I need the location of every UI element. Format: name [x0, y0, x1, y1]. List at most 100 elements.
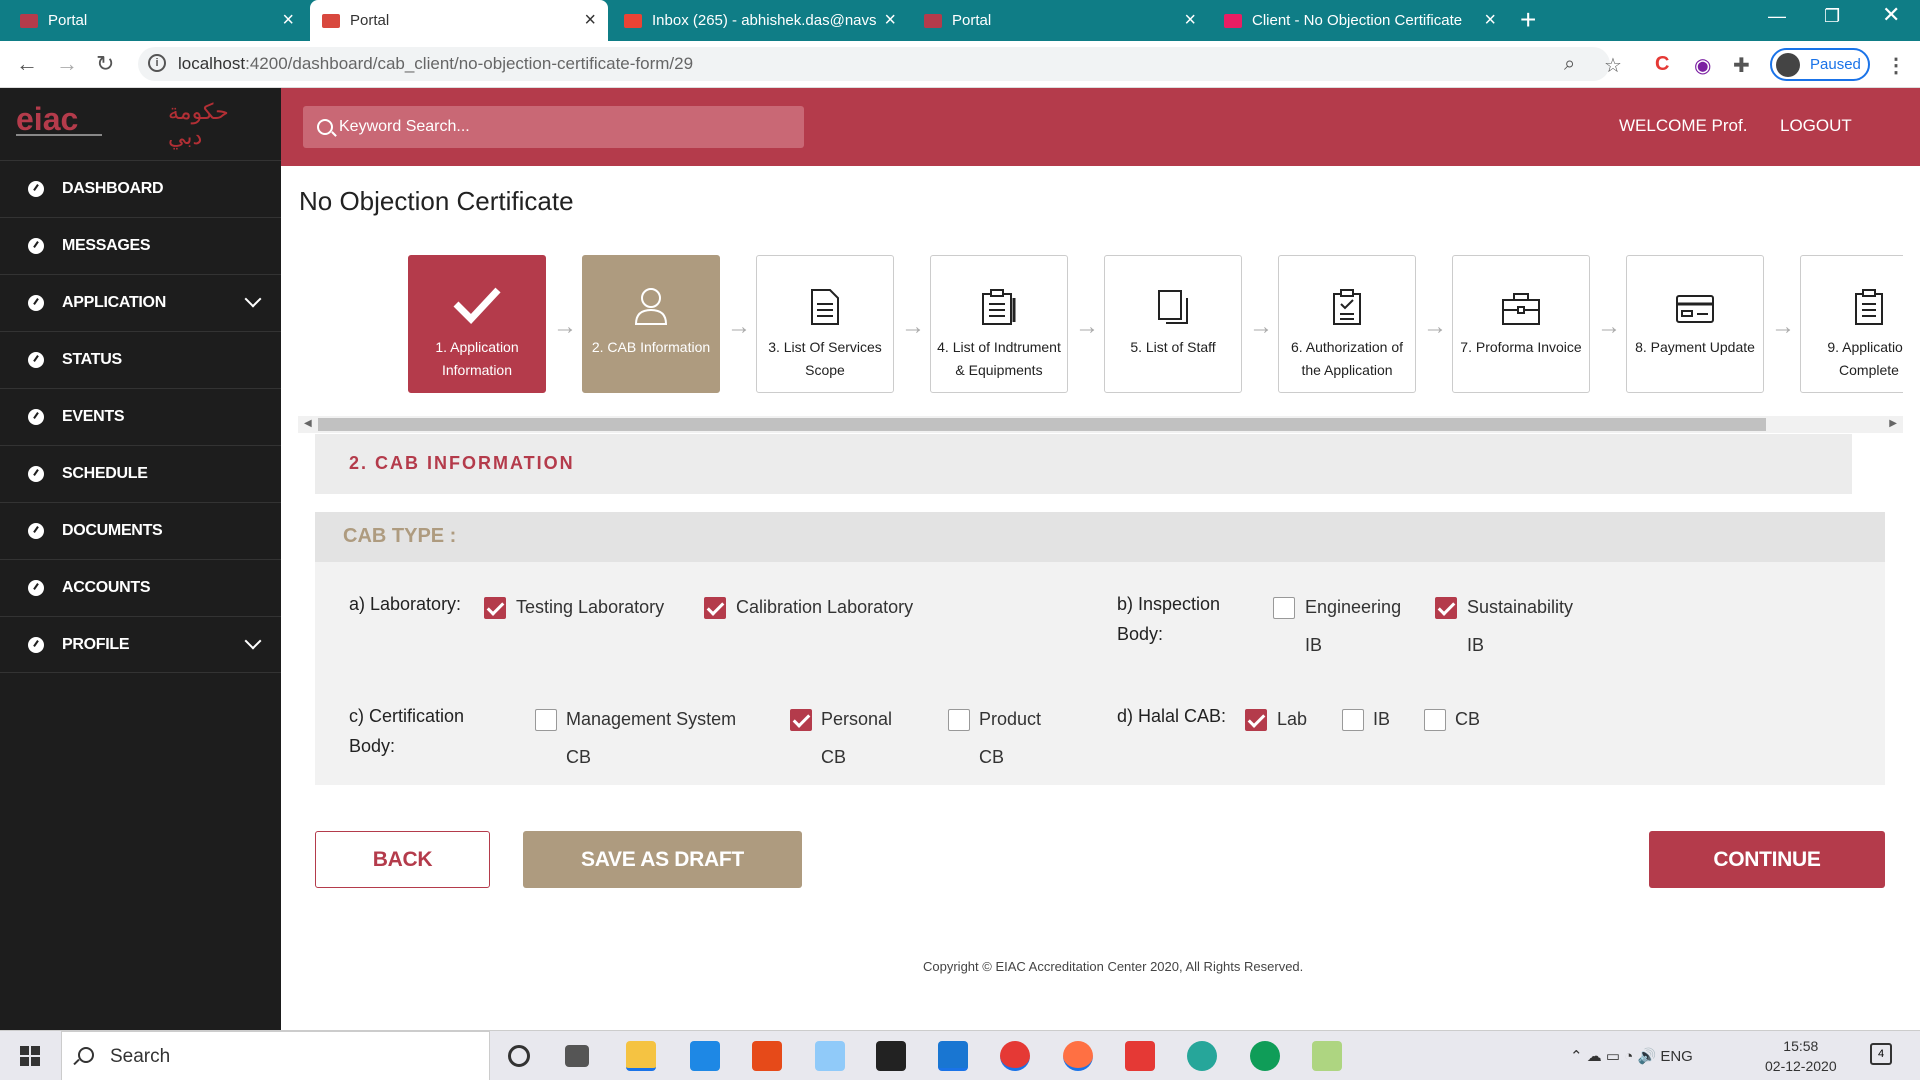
notes-app-icon[interactable] [815, 1041, 845, 1071]
task-view-icon[interactable] [565, 1045, 589, 1067]
taskbar-search-placeholder: Search [110, 1046, 171, 1067]
scroll-right-icon[interactable]: ▶ [1889, 418, 1897, 429]
step-services-scope[interactable]: 3. List Of Services Scope [756, 255, 894, 393]
close-tab-icon[interactable]: × [884, 9, 896, 32]
step-authorization[interactable]: 6. Authorization of the Application [1278, 255, 1416, 393]
eiac-logo[interactable]: eiac [16, 101, 106, 142]
sidebar-item-label: PROFILE [62, 635, 130, 653]
bookmark-star-icon[interactable]: ☆ [1604, 53, 1622, 78]
sidebar-item-application[interactable]: APPLICATION [0, 274, 281, 331]
section-title: 2. CAB INFORMATION [349, 453, 575, 473]
paint-icon[interactable] [1312, 1041, 1342, 1071]
step-instruments-equipments[interactable]: 4. List of Indtrument & Equipments [930, 255, 1068, 393]
minimize-icon[interactable]: — [1768, 6, 1786, 27]
search-input[interactable] [339, 106, 799, 148]
close-window-icon[interactable]: ✕ [1882, 2, 1900, 28]
close-tab-icon[interactable]: × [1184, 9, 1196, 32]
browser-menu-icon[interactable]: ⋮ [1886, 53, 1906, 78]
step-cab-information[interactable]: 2. CAB Information [582, 255, 720, 393]
url-field[interactable]: i localhost:4200/dashboard/cab_client/no… [138, 47, 1610, 81]
save-as-draft-button[interactable]: SAVE AS DRAFT [523, 831, 802, 888]
vscode-icon[interactable] [938, 1041, 968, 1071]
new-tab-icon[interactable]: + [1520, 4, 1536, 36]
product-cb-checkbox[interactable] [948, 709, 970, 731]
profile-button[interactable]: Paused [1770, 48, 1870, 81]
notification-center-icon[interactable]: 4 [1870, 1043, 1892, 1065]
reload-icon[interactable]: ↻ [96, 51, 114, 77]
office-icon[interactable] [752, 1041, 782, 1071]
forward-arrow-icon[interactable]: → [56, 51, 78, 77]
keyword-search[interactable] [303, 106, 804, 148]
sidebar-item-events[interactable]: EVENTS [0, 388, 281, 445]
browser-tab-active[interactable]: Portal × [310, 0, 608, 41]
extension-icon[interactable]: C [1655, 53, 1669, 76]
clock[interactable]: 15:58 02-12-2020 [1765, 1036, 1837, 1076]
sidebar-item-profile[interactable]: PROFILE [0, 616, 281, 673]
zoom-icon[interactable]: ⌕ [1564, 53, 1575, 76]
halal-lab-checkbox[interactable] [1245, 709, 1267, 731]
chevron-down-icon [244, 290, 262, 308]
git-client-icon[interactable] [1125, 1041, 1155, 1071]
calibration-laboratory-checkbox[interactable] [704, 597, 726, 619]
step-proforma-invoice[interactable]: 7. Proforma Invoice [1452, 255, 1590, 393]
engineering-ib-checkbox[interactable] [1273, 597, 1295, 619]
close-tab-icon[interactable]: × [282, 9, 294, 32]
stepper-scrollbar[interactable]: ◀ ▶ [298, 416, 1903, 433]
chrome-icon[interactable] [1000, 1041, 1030, 1071]
taskbar-search[interactable]: Search [61, 1031, 490, 1080]
browser-tab[interactable]: Inbox (265) - abhishek.das@navs × [612, 0, 908, 41]
sidebar-item-schedule[interactable]: SCHEDULE [0, 445, 281, 502]
file-explorer-icon[interactable] [626, 1041, 656, 1071]
management-system-cb-checkbox[interactable] [535, 709, 557, 731]
step-list-of-staff[interactable]: 5. List of Staff [1104, 255, 1242, 393]
language-indicator[interactable]: ENG [1660, 1048, 1693, 1065]
svg-text:eiac: eiac [16, 102, 78, 137]
laboratory-group-label: a) Laboratory: [349, 594, 462, 614]
sidebar-item-accounts[interactable]: ACCOUNTS [0, 559, 281, 616]
logout-link[interactable]: LOGOUT [1780, 116, 1852, 136]
edge-icon[interactable] [1187, 1041, 1217, 1071]
cortana-icon[interactable] [508, 1045, 530, 1067]
personal-cb-checkbox[interactable] [790, 709, 812, 731]
url-text: localhost:4200/dashboard/cab_client/no-o… [178, 54, 694, 73]
maximize-icon[interactable]: ❐ [1824, 6, 1840, 27]
scrollbar-thumb[interactable] [318, 418, 1766, 431]
document-icon [811, 289, 839, 325]
dashboard-gauge-icon [28, 181, 44, 197]
step-application-information[interactable]: 1. Application Information [408, 255, 546, 393]
back-arrow-icon[interactable]: ← [16, 51, 38, 77]
mail-icon[interactable] [690, 1041, 720, 1071]
browser-tab[interactable]: Client - No Objection Certificate × [1212, 0, 1508, 41]
hangouts-icon[interactable] [1250, 1041, 1280, 1071]
close-tab-icon[interactable]: × [1484, 9, 1496, 32]
windows-start-icon[interactable] [20, 1046, 40, 1066]
sidebar-item-status[interactable]: STATUS [0, 331, 281, 388]
terminal-icon[interactable] [876, 1041, 906, 1071]
section-header: 2. CAB INFORMATION [315, 434, 1852, 494]
step-payment-update[interactable]: 8. Payment Update [1626, 255, 1764, 393]
color-picker-extension-icon[interactable]: ◉ [1694, 53, 1711, 78]
arrow-right-icon: → [1597, 313, 1621, 340]
postman-icon[interactable] [1063, 1041, 1093, 1071]
chevron-down-icon [244, 632, 262, 650]
sidebar-item-label: MESSAGES [62, 237, 151, 254]
system-tray[interactable]: ⌃ ☁ ▭ ◔ 🔊 ENG [1570, 1047, 1693, 1065]
continue-button[interactable]: CONTINUE [1649, 831, 1885, 888]
browser-tab[interactable]: Portal × [8, 0, 306, 41]
sidebar-item-documents[interactable]: DOCUMENTS [0, 502, 281, 559]
option-label: Calibration Laboratory [736, 597, 914, 617]
browser-tab[interactable]: Portal × [912, 0, 1208, 41]
extensions-puzzle-icon[interactable]: ✚ [1733, 53, 1750, 78]
sidebar-item-messages[interactable]: MESSAGES [0, 217, 281, 274]
scroll-left-icon[interactable]: ◀ [304, 418, 312, 429]
step-label: 2. CAB Information [591, 339, 711, 355]
halal-ib-checkbox[interactable] [1342, 709, 1364, 731]
halal-cb-checkbox[interactable] [1424, 709, 1446, 731]
site-info-icon[interactable]: i [148, 54, 166, 72]
back-button[interactable]: BACK [315, 831, 490, 888]
sustainability-ib-checkbox[interactable] [1435, 597, 1457, 619]
testing-laboratory-checkbox[interactable] [484, 597, 506, 619]
close-tab-icon[interactable]: × [584, 9, 596, 32]
step-application-complete[interactable]: 9. Application Complete [1800, 255, 1903, 393]
sidebar-item-dashboard[interactable]: DASHBOARD [0, 160, 281, 217]
